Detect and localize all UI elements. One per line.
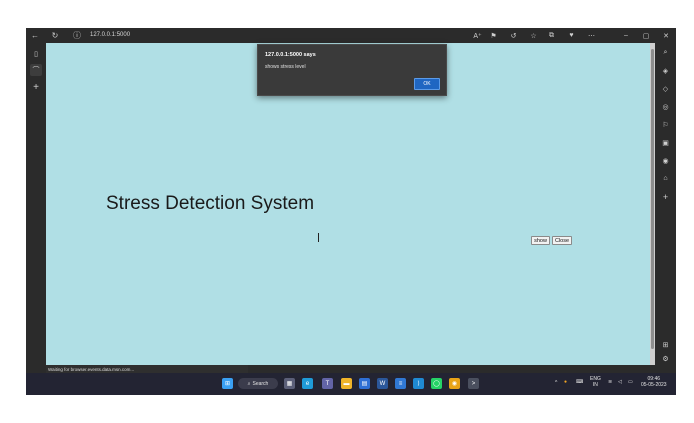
whatsapp-icon[interactable]: ◯ [431,378,442,389]
alert-ok-button[interactable]: OK [414,78,440,90]
alert-message: shows stress level [265,64,306,70]
maximize-icon[interactable]: ▢ [638,28,654,43]
drop-icon[interactable]: ◉ [659,154,672,167]
browser-toolbar: ← ↻ ⓘ 127.0.0.1:5000 A⁺ ⚑ ↺ ☆ ⧉ ♥ ⋯ – ▢ … [26,28,676,43]
edge-icon[interactable]: e [302,378,313,389]
profile-icon[interactable]: ♥ [566,30,577,41]
word-icon[interactable]: W [377,378,388,389]
tools-icon[interactable]: ◇ [659,82,672,95]
language-indicator[interactable]: ENG IN [590,376,601,388]
back-arrow-icon[interactable]: ← [28,28,42,43]
teams-icon[interactable]: T [322,378,333,389]
add-sidebar-app-icon[interactable]: + [659,190,672,203]
sidebar-settings-icon[interactable]: ⚙ [659,352,672,365]
status-text: Waiting for browser.events.data.msn.com.… [46,365,248,373]
taskbar-search-label: Search [252,380,269,387]
start-icon[interactable]: ⊞ [222,378,233,389]
refresh-icon[interactable]: ↻ [48,28,62,43]
tray-chevron-icon[interactable]: ^ [555,380,557,386]
close-window-icon[interactable]: ✕ [658,28,674,43]
active-tab-icon[interactable]: ⌒ [30,64,42,76]
store-icon[interactable]: ▤ [359,378,370,389]
tray-app-icon[interactable]: ● [564,379,567,385]
tracking-icon[interactable]: ⚑ [488,30,499,41]
file-explorer-icon[interactable]: ▬ [341,378,352,389]
minimize-icon[interactable]: – [618,28,634,43]
address-bar[interactable]: 127.0.0.1:5000 [90,32,130,38]
outlook-icon[interactable]: ▣ [659,136,672,149]
clock-date: 05-05-2023 [641,382,667,388]
favorites-icon[interactable]: ☆ [528,30,539,41]
region-code: IN [592,382,598,388]
site-info-icon[interactable]: ⓘ [70,28,84,43]
page-title: Stress Detection System [106,193,315,214]
alert-title: 127.0.0.1:5000 says [265,52,316,58]
volume-icon[interactable]: ◁ [618,379,622,385]
tab-actions-icon[interactable]: ▯ [30,48,42,60]
bing-chat-icon[interactable]: ⌂ [659,172,672,185]
show-button[interactable]: show [531,236,550,245]
chrome-icon[interactable]: ◉ [449,378,460,389]
alert-dialog: 127.0.0.1:5000 says shows stress level O… [257,44,447,96]
notepad-icon[interactable]: ≡ [395,378,406,389]
hide-sidebar-icon[interactable]: ⊞ [659,338,672,351]
collections-icon[interactable]: ⧉ [546,30,557,41]
edge-sidebar: ⌕ ◈ ◇ ◎ ⚐ ▣ ◉ ⌂ + ⊞ ⚙ [655,43,676,365]
microsoft-365-icon[interactable]: ⚐ [659,118,672,131]
taskbar-search[interactable]: ⌕ Search [238,378,278,389]
games-icon[interactable]: ◎ [659,100,672,113]
browser-window: ← ↻ ⓘ 127.0.0.1:5000 A⁺ ⚑ ↺ ☆ ⧉ ♥ ⋯ – ▢ … [26,28,676,395]
keyboard-icon[interactable]: ⌨ [576,379,583,385]
close-button[interactable]: Close [552,236,572,245]
task-view-icon[interactable]: ▦ [284,378,295,389]
scrollbar-thumb[interactable] [651,49,654,349]
refresh-extension-icon[interactable]: ↺ [508,30,519,41]
search-glass-icon: ⌕ [247,380,251,387]
battery-icon[interactable]: ▭ [628,379,633,385]
vscode-icon[interactable]: ⟩ [413,378,424,389]
search-icon[interactable]: ⌕ [659,46,672,59]
windows-taskbar: ⊞ ⌕ Search ▦ e T ▬ ▤ W ≡ ⟩ ◯ ◉ > ^ ● ⌨ E… [26,373,676,395]
wifi-icon[interactable]: ≋ [608,379,612,385]
read-aloud-icon[interactable]: A⁺ [472,30,483,41]
vertical-tab-strip: ▯ ⌒ + [26,43,46,365]
terminal-icon[interactable]: > [468,378,479,389]
more-menu-icon[interactable]: ⋯ [586,30,597,41]
clock[interactable]: 09:46 05-05-2023 [641,376,667,388]
shopping-tag-icon[interactable]: ◈ [659,64,672,77]
text-cursor [318,233,319,242]
new-tab-icon[interactable]: + [30,81,42,93]
